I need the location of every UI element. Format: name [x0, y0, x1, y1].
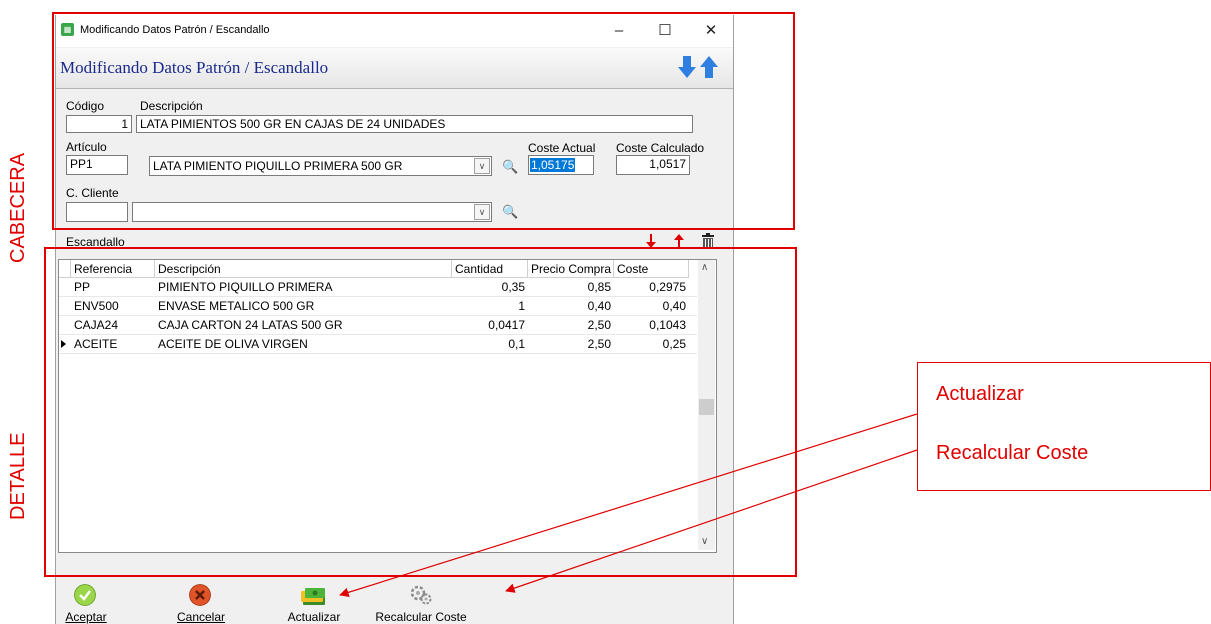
- cabecera-annotation-box: [52, 12, 795, 230]
- callout-box: Actualizar Recalcular Coste: [917, 362, 1211, 491]
- append-row-icon[interactable]: [673, 234, 685, 248]
- aceptar-label: Aceptar: [65, 610, 107, 624]
- callout-recalcular-label: Recalcular Coste: [936, 442, 1089, 464]
- actualizar-button[interactable]: Actualizar: [269, 584, 359, 624]
- cancel-icon: [189, 584, 211, 606]
- insert-row-icon[interactable]: [645, 234, 657, 248]
- detalle-annotation-label: DETALLE: [7, 432, 29, 520]
- recalcular-coste-label: Recalcular Coste: [375, 610, 467, 624]
- money-icon: [301, 588, 325, 605]
- cancelar-label: Cancelar: [176, 610, 226, 624]
- gears-icon: [410, 585, 432, 605]
- check-icon: [74, 584, 96, 606]
- actualizar-label: Actualizar: [287, 610, 341, 624]
- aceptar-button[interactable]: Aceptar: [41, 584, 131, 624]
- recalcular-coste-button[interactable]: Recalcular Coste: [366, 584, 476, 624]
- cabecera-annotation-label: CABECERA: [7, 152, 29, 263]
- cancelar-button[interactable]: Cancelar: [156, 584, 246, 624]
- detalle-annotation-box: [44, 247, 797, 577]
- callout-actualizar-label: Actualizar: [936, 383, 1024, 405]
